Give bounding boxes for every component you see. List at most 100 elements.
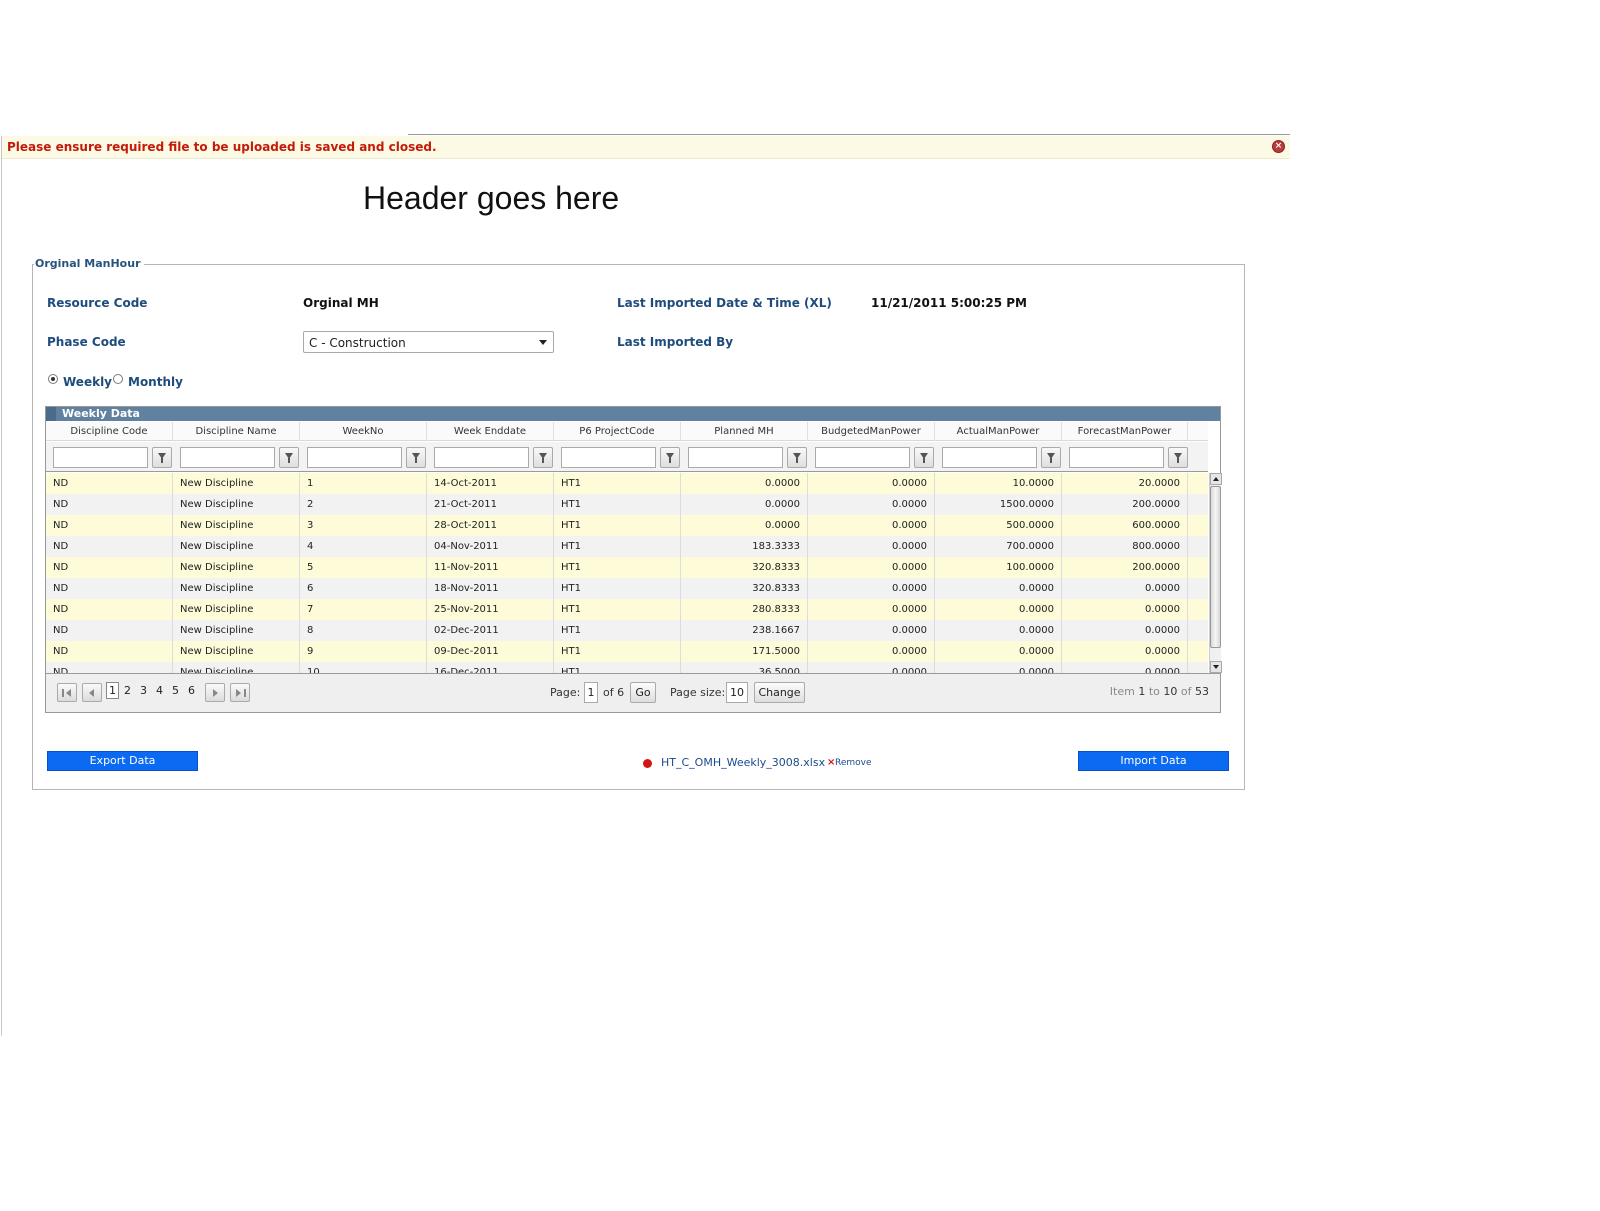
export-data-button[interactable]: Export Data	[47, 751, 198, 771]
panel-legend: Orginal ManHour	[34, 257, 144, 270]
table-cell: 800.0000	[1062, 536, 1188, 557]
table-cell: 171.5000	[681, 641, 808, 662]
filter-button[interactable]	[152, 447, 172, 468]
filter-button[interactable]	[914, 447, 934, 468]
close-icon[interactable]: ×	[1272, 140, 1285, 153]
table-cell: 16-Dec-2011	[427, 662, 554, 673]
column-header[interactable]: ForecastManPower	[1062, 422, 1188, 441]
table-cell: 238.1667	[681, 620, 808, 641]
page-number-6[interactable]: 6	[188, 684, 195, 697]
filter-cell	[427, 442, 554, 472]
phase-code-select[interactable]: C - Construction	[303, 331, 554, 353]
table-cell: 0.0000	[681, 494, 808, 515]
filter-icon-stem	[1050, 458, 1052, 463]
filter-input[interactable]	[180, 447, 275, 468]
table-cell: HT1	[554, 515, 681, 536]
filter-cell	[935, 442, 1062, 472]
filter-cell	[1062, 442, 1188, 472]
vertical-scrollbar[interactable]	[1209, 473, 1222, 673]
page-number-2[interactable]: 2	[124, 684, 131, 697]
table-cell: 02-Dec-2011	[427, 620, 554, 641]
page-title: Header goes here	[363, 180, 620, 216]
filter-input[interactable]	[1069, 447, 1164, 468]
filter-input[interactable]	[688, 447, 783, 468]
page-number-5[interactable]: 5	[172, 684, 179, 697]
filter-cell	[173, 442, 300, 472]
last-page-button[interactable]	[230, 683, 250, 702]
column-header[interactable]: Discipline Name	[173, 422, 300, 441]
filter-input[interactable]	[561, 447, 656, 468]
filter-button[interactable]	[406, 447, 426, 468]
uploaded-file-name[interactable]: HT_C_OMH_Weekly_3008.xlsx	[661, 756, 825, 769]
table-row[interactable]: ND New Discipline 3 28-Oct-2011 HT1 0.0000 0.0…	[46, 515, 1208, 536]
page-size-input[interactable]: 10	[726, 682, 748, 703]
filter-button[interactable]	[1041, 447, 1061, 468]
column-header[interactable]: Week Enddate	[427, 422, 554, 441]
table-cell: New Discipline	[173, 599, 300, 620]
filter-input[interactable]	[815, 447, 910, 468]
change-page-size-button[interactable]: Change	[754, 682, 805, 703]
filter-input[interactable]	[434, 447, 529, 468]
filter-button[interactable]	[533, 447, 553, 468]
table-cell: HT1	[554, 557, 681, 578]
page-count-label: of 6	[603, 686, 625, 699]
filter-button[interactable]	[1168, 447, 1188, 468]
radio-checked-icon	[48, 374, 58, 384]
go-button[interactable]: Go	[630, 682, 656, 703]
filter-button[interactable]	[279, 447, 299, 468]
scroll-thumb[interactable]	[1210, 486, 1221, 648]
filter-cell	[554, 442, 681, 472]
phase-code-selected-value: C - Construction	[309, 336, 406, 350]
table-row[interactable]: ND New Discipline 9 09-Dec-2011 HT1 171.5000 0…	[46, 641, 1208, 662]
table-row[interactable]: ND New Discipline 6 18-Nov-2011 HT1 320.8333 0…	[46, 578, 1208, 599]
filter-icon-stem	[288, 458, 290, 463]
remove-file-link[interactable]: Remove	[835, 758, 872, 768]
filter-input[interactable]	[53, 447, 148, 468]
page-number-input[interactable]: 1	[584, 682, 598, 703]
table-cell: 0.0000	[808, 557, 935, 578]
table-cell: ND	[46, 494, 173, 515]
table-row[interactable]: ND New Discipline 7 25-Nov-2011 HT1 280.8333 0…	[46, 599, 1208, 620]
filter-button[interactable]	[787, 447, 807, 468]
table-cell: HT1	[554, 620, 681, 641]
import-data-button[interactable]: Import Data	[1078, 751, 1229, 771]
table-cell: HT1	[554, 536, 681, 557]
table-cell: 28-Oct-2011	[427, 515, 554, 536]
column-header[interactable]: Planned MH	[681, 422, 808, 441]
column-header[interactable]: P6 ProjectCode	[554, 422, 681, 441]
phase-code-label: Phase Code	[47, 335, 126, 349]
table-row[interactable]: ND New Discipline 10 16-Dec-2011 HT1 36.5000 0…	[46, 662, 1208, 673]
table-row[interactable]: ND New Discipline 1 14-Oct-2011 HT1 0.0000 0.0…	[46, 473, 1208, 494]
table-cell: 0.0000	[1062, 641, 1188, 662]
filter-input[interactable]	[942, 447, 1037, 468]
filter-input[interactable]	[307, 447, 402, 468]
next-page-button[interactable]	[205, 683, 225, 702]
table-cell: 280.8333	[681, 599, 808, 620]
table-cell: 0.0000	[808, 662, 935, 673]
scroll-up-icon[interactable]	[1210, 473, 1222, 485]
alert-message: Please ensure required file to be upload…	[7, 140, 437, 154]
page-number-4[interactable]: 4	[156, 684, 163, 697]
column-header[interactable]: Discipline Code	[46, 422, 173, 441]
table-row[interactable]: ND New Discipline 4 04-Nov-2011 HT1 183.3333 0…	[46, 536, 1208, 557]
grid-filter-row	[46, 442, 1208, 472]
prev-page-button[interactable]	[82, 683, 102, 702]
table-row[interactable]: ND New Discipline 5 11-Nov-2011 HT1 320.8333 0…	[46, 557, 1208, 578]
scroll-down-icon[interactable]	[1210, 661, 1222, 673]
first-page-button[interactable]	[57, 683, 77, 702]
column-header[interactable]: BudgetedManPower	[808, 422, 935, 441]
first-page-icon	[62, 689, 64, 697]
table-row[interactable]: ND New Discipline 2 21-Oct-2011 HT1 0.0000 0.0…	[46, 494, 1208, 515]
filter-icon-stem	[796, 458, 798, 463]
filter-button[interactable]	[660, 447, 680, 468]
table-cell: 200.0000	[1062, 557, 1188, 578]
page-number-3[interactable]: 3	[140, 684, 147, 697]
table-cell: 700.0000	[935, 536, 1062, 557]
column-header[interactable]: ActualManPower	[935, 422, 1062, 441]
column-header[interactable]: WeekNo	[300, 422, 427, 441]
table-cell: ND	[46, 557, 173, 578]
table-cell: 4	[300, 536, 427, 557]
page-number-1[interactable]: 1	[106, 682, 119, 699]
table-cell: 1	[300, 473, 427, 494]
table-row[interactable]: ND New Discipline 8 02-Dec-2011 HT1 238.1667 0…	[46, 620, 1208, 641]
